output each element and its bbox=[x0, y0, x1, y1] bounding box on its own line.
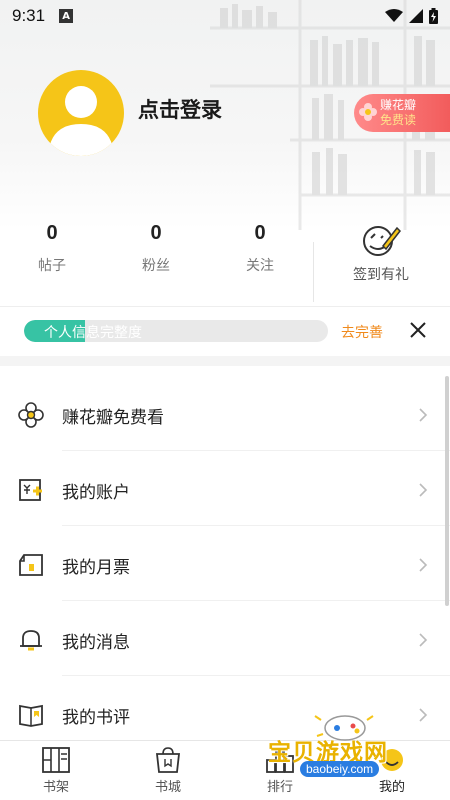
stat-value: 0 bbox=[150, 222, 162, 244]
earn-petals-badge[interactable]: 赚花瓣 免费读 bbox=[354, 94, 450, 132]
status-bar: 9:31 A bbox=[0, 0, 450, 32]
checkin-icon bbox=[363, 226, 401, 256]
stat-value: 0 bbox=[254, 222, 266, 244]
chevron-right-icon bbox=[419, 408, 428, 422]
book-review-icon bbox=[19, 704, 43, 727]
menu-label: 我的账户 bbox=[62, 483, 130, 503]
bell-icon bbox=[20, 630, 42, 651]
complete-profile-link[interactable]: 去完善 bbox=[341, 322, 383, 342]
menu-list: 赚花瓣免费看 我的账户 我的月票 我的消息 我的书评 bbox=[0, 376, 450, 751]
chevron-right-icon bbox=[419, 558, 428, 572]
close-icon[interactable] bbox=[408, 320, 428, 340]
avatar[interactable] bbox=[38, 70, 124, 156]
completion-progress-bar: 个人信息完整度 bbox=[24, 320, 328, 342]
bookshelf-icon bbox=[42, 747, 70, 773]
scrollbar[interactable] bbox=[445, 376, 449, 606]
promo-line-2: 免费读 bbox=[380, 113, 417, 127]
status-time: 9:31 bbox=[12, 6, 46, 25]
completion-label: 个人信息完整度 bbox=[44, 325, 142, 341]
menu-label: 赚花瓣免费看 bbox=[62, 408, 164, 428]
default-avatar-icon bbox=[48, 86, 114, 156]
menu-label: 我的月票 bbox=[62, 558, 130, 578]
tab-bookstore[interactable]: 书城 bbox=[132, 741, 204, 800]
chevron-right-icon bbox=[419, 483, 428, 497]
profile-completion-row: 个人信息完整度 去完善 bbox=[0, 308, 450, 354]
account-icon bbox=[19, 479, 42, 501]
menu-item-earn-petals[interactable]: 赚花瓣免费看 bbox=[0, 376, 450, 451]
checkin-label: 签到有礼 bbox=[353, 267, 409, 283]
signal-icon bbox=[409, 9, 423, 23]
ticket-icon bbox=[19, 554, 43, 576]
status-indicators bbox=[385, 8, 438, 24]
watermark-url: baobeiy.com bbox=[300, 761, 380, 777]
battery-icon bbox=[429, 8, 438, 24]
stat-label: 粉丝 bbox=[142, 258, 170, 274]
promo-line-1: 赚花瓣 bbox=[380, 98, 417, 112]
stat-value: 0 bbox=[46, 222, 58, 244]
menu-label: 我的消息 bbox=[62, 633, 130, 653]
menu-item-monthly-ticket[interactable]: 我的月票 bbox=[0, 526, 450, 601]
stats-divider bbox=[313, 242, 314, 302]
divider bbox=[0, 306, 450, 307]
login-prompt[interactable]: 点击登录 bbox=[138, 94, 222, 124]
bookstore-icon bbox=[155, 747, 181, 773]
stat-label: 帖子 bbox=[38, 258, 66, 274]
notification-icon: A bbox=[59, 9, 74, 23]
section-separator bbox=[0, 356, 450, 366]
tab-label: 书架 bbox=[42, 780, 69, 795]
stat-label: 关注 bbox=[246, 258, 274, 274]
flower-icon bbox=[359, 103, 377, 121]
stat-posts[interactable]: 0 帖子 bbox=[17, 222, 87, 275]
menu-item-account[interactable]: 我的账户 bbox=[0, 451, 450, 526]
tab-label: 书城 bbox=[154, 780, 181, 795]
wifi-icon bbox=[385, 9, 403, 22]
menu-item-messages[interactable]: 我的消息 bbox=[0, 601, 450, 676]
flower-icon bbox=[18, 402, 44, 428]
stat-following[interactable]: 0 关注 bbox=[225, 222, 295, 275]
menu-label: 我的书评 bbox=[62, 708, 130, 728]
stat-fans[interactable]: 0 粉丝 bbox=[121, 222, 191, 275]
tab-bookshelf[interactable]: 书架 bbox=[20, 741, 92, 800]
checkin-button[interactable]: 签到有礼 bbox=[345, 222, 417, 284]
chevron-right-icon bbox=[419, 633, 428, 647]
